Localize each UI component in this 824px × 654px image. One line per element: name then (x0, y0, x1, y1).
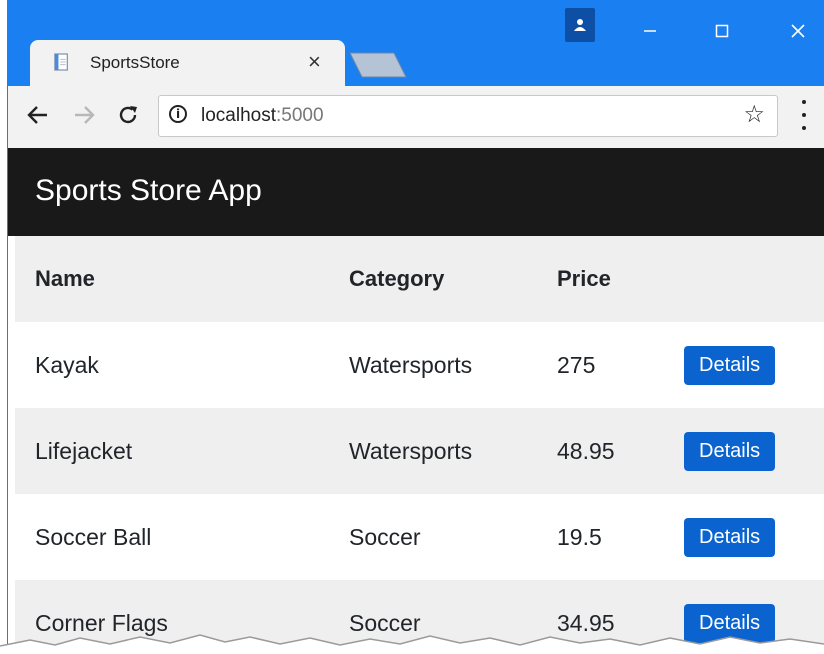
url-host: localhost (201, 105, 276, 126)
header-category: Category (349, 266, 445, 291)
details-button[interactable]: Details (684, 345, 776, 385)
maximize-icon[interactable] (702, 14, 742, 48)
product-table: Name Category Price Kayak Watersports 27… (15, 236, 824, 654)
product-table-container: Name Category Price Kayak Watersports 27… (15, 236, 824, 654)
profile-icon[interactable] (565, 8, 595, 42)
close-icon[interactable] (778, 14, 818, 48)
tab-close-icon[interactable]: × (308, 49, 321, 75)
browser-tab[interactable]: SportsStore × (30, 40, 345, 86)
header-name: Name (35, 266, 95, 291)
product-price: 48.95 (557, 437, 615, 464)
reload-button[interactable] (116, 103, 140, 131)
torn-edge-decoration (0, 634, 824, 654)
product-price: 19.5 (557, 523, 602, 550)
product-category: Soccer (349, 523, 421, 550)
product-category: Watersports (349, 437, 473, 464)
forward-button[interactable] (72, 103, 96, 131)
table-row: Kayak Watersports 275 Details (15, 322, 824, 408)
app-brand: Sports Store App (35, 174, 262, 207)
details-cell: Details (664, 408, 824, 494)
details-button[interactable]: Details (684, 517, 776, 557)
product-name: Kayak (35, 351, 99, 378)
browser-toolbar: i localhost:5000 ☆ (8, 86, 824, 149)
product-name: Lifejacket (35, 437, 133, 464)
address-bar[interactable]: i localhost:5000 ☆ (158, 95, 778, 137)
browser-menu-icon[interactable] (801, 100, 807, 130)
url-port: :5000 (276, 105, 324, 126)
app-navbar: Sports Store App (8, 148, 824, 236)
page-icon (54, 52, 70, 72)
header-price: Price (557, 266, 611, 291)
title-bar: SportsStore × (8, 0, 824, 86)
product-name: Soccer Ball (35, 523, 152, 550)
tab-title: SportsStore (90, 53, 180, 72)
product-price: 275 (557, 351, 596, 378)
table-row: Soccer Ball Soccer 19.5 Details (15, 494, 824, 580)
browser-window: SportsStore × i localhost:5000 ☆ Sports … (7, 0, 824, 654)
bookmark-star-icon[interactable]: ☆ (743, 100, 765, 128)
details-button[interactable]: Details (684, 431, 776, 471)
details-cell: Details (664, 494, 824, 580)
back-button[interactable] (26, 103, 50, 131)
header-actions (664, 236, 824, 322)
url-text: localhost:5000 (201, 105, 324, 127)
site-info-icon[interactable]: i (169, 105, 187, 123)
details-cell: Details (664, 322, 824, 408)
new-tab-button[interactable] (348, 52, 408, 78)
table-row: Lifejacket Watersports 48.95 Details (15, 408, 824, 494)
minimize-icon[interactable] (630, 14, 670, 48)
product-category: Watersports (349, 351, 473, 378)
table-header-row: Name Category Price (15, 236, 824, 322)
